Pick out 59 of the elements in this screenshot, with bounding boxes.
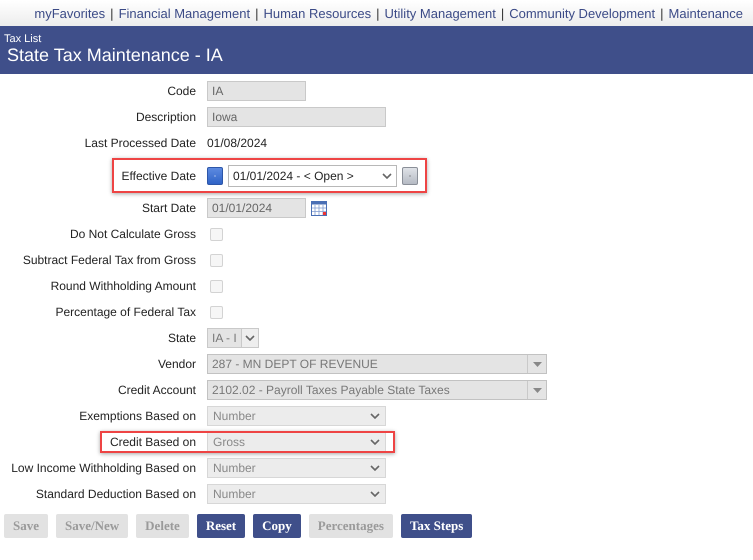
- field-label: Description: [136, 110, 196, 124]
- field-label: State: [168, 331, 196, 345]
- field-label: Percentage of Federal Tax: [55, 305, 196, 319]
- nav-separator: |: [500, 6, 504, 20]
- dropdown[interactable]: Gross: [207, 432, 386, 452]
- field-label: Standard Deduction Based on: [36, 487, 196, 501]
- field-value: 01/08/2024: [207, 136, 268, 150]
- caret-icon: [370, 491, 380, 497]
- caret-icon: [532, 388, 542, 392]
- action-button[interactable]: Copy: [253, 514, 301, 538]
- checkbox[interactable]: [210, 306, 223, 318]
- field-label: Start Date: [142, 201, 196, 215]
- state-dropdown[interactable]: IA - I: [207, 328, 259, 348]
- field-label: Credit Account: [118, 383, 196, 397]
- field-label: Do Not Calculate Gross: [70, 227, 196, 241]
- date-field[interactable]: 01/01/2024: [207, 198, 306, 218]
- breadcrumb-link[interactable]: Tax List: [4, 33, 42, 45]
- caret-icon: [370, 413, 380, 419]
- nav-link[interactable]: Human Resources: [263, 6, 372, 20]
- dropdown[interactable]: Number: [207, 458, 386, 478]
- caret-icon: [382, 172, 392, 178]
- checkbox[interactable]: [210, 228, 223, 240]
- calendar-icon: [311, 200, 327, 216]
- checkbox[interactable]: [210, 280, 223, 292]
- text-field[interactable]: IA: [207, 81, 306, 101]
- nav-separator: |: [376, 6, 380, 20]
- combo-field[interactable]: 287 - MN DEPT OF REVENUE: [207, 354, 547, 374]
- field-label: Round Withholding Amount: [50, 279, 196, 293]
- nav-link[interactable]: Utility Management: [384, 6, 496, 20]
- caret-icon: [532, 362, 542, 366]
- checkbox[interactable]: [210, 254, 223, 266]
- field-label: Exemptions Based on: [79, 409, 196, 423]
- nav-separator: |: [660, 6, 664, 20]
- nav-link[interactable]: myFavorites: [34, 6, 106, 20]
- caret-icon: [370, 465, 380, 471]
- caret-icon: [244, 335, 255, 341]
- nav-link[interactable]: Financial Management: [118, 6, 250, 20]
- caret-icon: [370, 439, 380, 445]
- nav-separator: |: [110, 6, 114, 20]
- nav-separator: |: [255, 6, 258, 20]
- field-label: Code: [167, 84, 196, 98]
- combo-field[interactable]: 2102.02 - Payroll Taxes Payable State Taxes: [207, 380, 547, 400]
- action-button[interactable]: Tax Steps: [400, 514, 472, 538]
- dropdown[interactable]: Number: [207, 406, 386, 426]
- text-field[interactable]: Iowa: [207, 107, 386, 127]
- field-label: Vendor: [158, 357, 196, 371]
- nav-link[interactable]: Maintenance: [668, 6, 743, 20]
- action-button[interactable]: Reset: [196, 514, 246, 538]
- nav-link[interactable]: Community Development: [509, 6, 656, 20]
- field-label: Credit Based on: [110, 435, 196, 449]
- dropdown[interactable]: Number: [207, 484, 386, 504]
- period-dropdown[interactable]: 01/01/2024 - < Open >: [228, 164, 397, 186]
- field-label: Subtract Federal Tax from Gross: [22, 253, 196, 267]
- page-title: State Tax Maintenance - IA: [7, 45, 223, 66]
- field-label: Effective Date: [122, 168, 196, 182]
- next-button[interactable]: [402, 166, 418, 184]
- field-label: Low Income Withholding Based on: [11, 461, 196, 475]
- field-label: Last Processed Date: [84, 136, 196, 150]
- previous-button[interactable]: [207, 166, 223, 184]
